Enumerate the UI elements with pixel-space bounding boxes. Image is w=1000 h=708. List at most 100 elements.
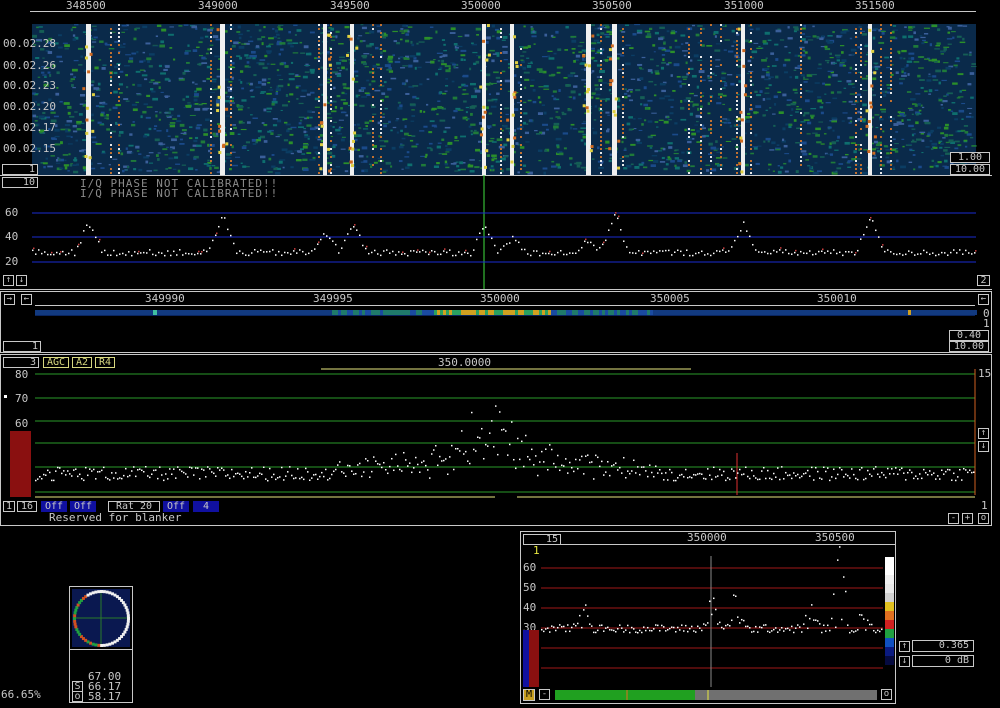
baseband-point — [735, 477, 737, 479]
afc-point — [569, 630, 571, 633]
hires-strip-pixel — [761, 310, 764, 315]
afc-point — [715, 608, 717, 611]
afc-up-arrow-icon[interactable]: ↑ — [899, 641, 910, 652]
spectrum-point — [503, 245, 505, 247]
spectrum-point — [200, 253, 202, 255]
hires-strip-pixel — [563, 310, 566, 315]
baseband-point — [233, 475, 235, 478]
afc-o-button[interactable]: o — [881, 689, 892, 700]
hires-strip-pixel — [869, 310, 872, 315]
afc-down-arrow-icon[interactable]: ↓ — [899, 656, 910, 667]
afc-point — [773, 628, 775, 631]
baseband-point — [101, 469, 103, 472]
afc-point — [545, 628, 547, 630]
phasing-point — [75, 627, 79, 631]
baseband-plus-button[interactable]: + — [962, 513, 973, 524]
afc-point — [611, 629, 613, 631]
baseband-minus-button[interactable]: - — [948, 513, 959, 524]
afc-minus-button[interactable]: - — [539, 689, 550, 700]
baseband-point — [499, 411, 501, 413]
baseband-point — [523, 465, 525, 468]
afc-point — [789, 629, 791, 631]
afc-point — [869, 623, 871, 626]
wide-spectrum-plot[interactable] — [0, 0, 1000, 290]
baseband-point — [47, 469, 49, 472]
baseband-up-arrow-icon[interactable]: ↑ — [978, 428, 989, 439]
afc-point — [619, 624, 621, 626]
hires-strip-pixel — [125, 310, 128, 315]
baseband-point — [769, 477, 771, 480]
baseband-point — [361, 475, 363, 478]
hires-zero-box[interactable]: 10.00 — [949, 341, 989, 352]
afc-point — [797, 624, 799, 626]
baseband-point — [741, 473, 743, 476]
spectrum-point — [584, 240, 586, 243]
spectrum-down-arrow-icon[interactable]: ↓ — [16, 275, 27, 286]
afc-point — [731, 619, 733, 622]
baseband-right-top-value: 15 — [978, 367, 992, 380]
phasing-o-label[interactable]: o — [72, 691, 83, 702]
baseband-point — [667, 479, 669, 481]
hires-strip-pixel — [86, 310, 89, 315]
hires-strip-pixel — [842, 310, 845, 315]
hires-left-box[interactable]: 1 — [3, 341, 41, 352]
afc-spectrum-plot[interactable] — [521, 532, 897, 705]
afc-color-scale — [885, 647, 894, 656]
afc-point — [643, 626, 645, 628]
afc-value-2[interactable]: 0 dB — [912, 655, 974, 667]
spectrum-point — [383, 250, 385, 252]
baseband-point — [363, 471, 365, 473]
hires-strip-pixel — [650, 310, 653, 315]
spectrum-right-box[interactable]: 2 — [977, 275, 990, 286]
spectrum-point — [116, 254, 118, 257]
hires-waterfall-strip[interactable] — [1, 292, 993, 354]
baseband-point — [391, 457, 393, 460]
afc-point — [755, 625, 757, 628]
spectrum-point — [821, 250, 823, 253]
baseband-point — [317, 478, 319, 480]
spectrum-point — [74, 254, 76, 257]
spectrum-point — [158, 251, 160, 254]
baseband-point — [731, 468, 733, 470]
baseband-point — [475, 450, 477, 452]
hires-strip-pixel — [365, 310, 368, 315]
baseband-point — [41, 478, 43, 480]
baseband-point — [35, 479, 37, 482]
afc-value-1[interactable]: 0.365 — [912, 640, 974, 652]
baseband-point — [63, 470, 65, 472]
spectrum-point — [908, 250, 910, 252]
hires-strip-pixel — [95, 310, 98, 315]
baseband-box-1[interactable]: 1 — [3, 501, 15, 512]
spectrum-up-arrow-icon[interactable]: ↑ — [3, 275, 14, 286]
hires-strip-pixel — [488, 310, 491, 315]
hires-strip-pixel — [689, 310, 692, 315]
baseband-box-4[interactable]: 4 — [193, 501, 219, 512]
baseband-point — [81, 477, 83, 480]
hires-strip-pixel — [566, 310, 569, 315]
baseband-point — [219, 469, 221, 471]
hires-strip-pixel — [257, 310, 260, 315]
baseband-point — [497, 453, 499, 456]
baseband-point — [65, 474, 67, 476]
spectrum-point — [716, 250, 718, 252]
hires-strip-pixel — [107, 310, 110, 315]
afc-m-button[interactable]: M — [523, 689, 535, 701]
afc-point — [851, 630, 853, 632]
baseband-point — [683, 476, 685, 478]
hires-strip-pixel — [728, 310, 731, 315]
baseband-point — [733, 470, 735, 472]
hires-gain-box[interactable]: 0.40 — [949, 330, 989, 341]
spectrum-point — [917, 253, 919, 255]
baseband-point — [471, 411, 473, 414]
baseband-point — [491, 420, 493, 422]
baseband-point — [355, 472, 357, 475]
baseband-point — [875, 466, 877, 468]
spectrum-point — [839, 251, 841, 254]
hires-strip-pixel — [764, 310, 767, 315]
baseband-o-button[interactable]: o — [978, 513, 989, 524]
spectrum-point — [224, 217, 226, 219]
baseband-down-arrow-icon[interactable]: ↓ — [978, 441, 989, 452]
baseband-box-16[interactable]: 16 — [17, 501, 37, 512]
hires-strip-pixel — [494, 310, 497, 315]
spectrum-point — [581, 246, 583, 249]
